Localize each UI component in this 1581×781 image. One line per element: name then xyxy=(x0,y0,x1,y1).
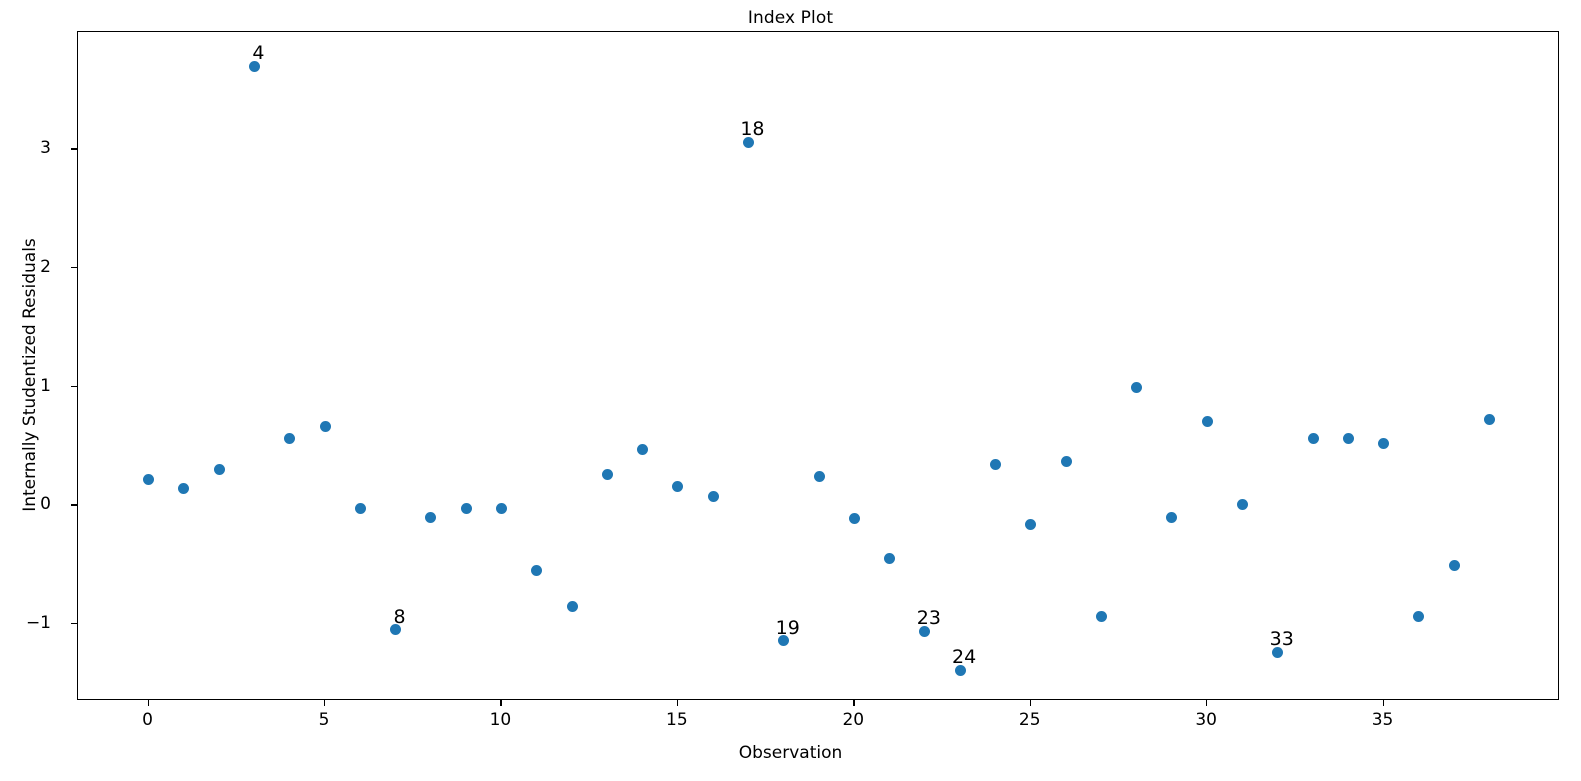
data-point xyxy=(1201,415,1213,427)
data-point xyxy=(460,503,472,515)
x-tick-label: 30 xyxy=(1195,710,1217,730)
x-tick-mark xyxy=(1206,700,1208,706)
index-plot-figure: Index Plot 4 8 18 19 23 24 33 −1 0 1 2 3 0 5 10 15 20 2… xyxy=(0,0,1581,781)
x-tick-mark xyxy=(500,700,502,706)
data-point xyxy=(672,480,684,492)
y-tick-label: −1 xyxy=(25,612,51,633)
x-tick-label: 5 xyxy=(318,710,330,730)
data-point xyxy=(1342,433,1354,445)
x-tick-label: 15 xyxy=(666,710,688,730)
x-tick-label: 20 xyxy=(842,710,865,730)
point-annotation-label: 8 xyxy=(393,605,406,628)
y-tick-label: 3 xyxy=(40,138,51,159)
x-tick-mark xyxy=(1382,700,1384,706)
data-point xyxy=(354,503,366,515)
x-tick-label: 10 xyxy=(489,710,512,730)
data-point xyxy=(813,471,825,483)
data-point xyxy=(1483,414,1495,426)
y-tick-mark xyxy=(71,385,77,387)
data-point xyxy=(1060,455,1072,467)
point-annotation-label: 4 xyxy=(252,42,265,65)
data-point xyxy=(566,600,578,612)
plot-axes: 4 8 18 19 23 24 33 xyxy=(77,31,1559,700)
data-point xyxy=(213,464,225,476)
y-tick-mark xyxy=(71,622,77,625)
data-point xyxy=(319,421,331,433)
data-point xyxy=(1307,433,1319,445)
x-tick-mark xyxy=(147,700,149,706)
data-point xyxy=(1166,511,1178,523)
x-tick-label: 0 xyxy=(142,710,153,730)
x-tick-mark xyxy=(676,700,679,706)
point-annotation-label: 19 xyxy=(775,616,800,639)
data-point xyxy=(884,553,896,565)
data-point xyxy=(1095,611,1107,623)
data-point xyxy=(178,483,190,495)
x-tick-label: 35 xyxy=(1371,710,1394,730)
data-point xyxy=(495,503,507,515)
data-point xyxy=(425,511,437,523)
y-tick-mark xyxy=(71,504,77,506)
data-point xyxy=(1131,382,1143,394)
point-annotation-label: 33 xyxy=(1269,628,1294,651)
x-axis-label: Observation xyxy=(738,743,843,763)
data-point xyxy=(531,565,543,577)
data-point xyxy=(143,473,155,485)
data-point xyxy=(637,444,649,456)
x-tick-label: 25 xyxy=(1018,710,1041,730)
point-annotation-label: 23 xyxy=(916,607,941,630)
data-point xyxy=(601,468,613,480)
x-tick-mark xyxy=(324,700,326,706)
y-tick-mark xyxy=(71,148,77,150)
point-annotation-label: 24 xyxy=(952,646,977,669)
data-point xyxy=(284,433,296,445)
data-point xyxy=(989,459,1001,471)
data-point xyxy=(1236,498,1248,510)
chart-title: Index Plot xyxy=(747,8,834,28)
data-point xyxy=(848,512,860,524)
data-point xyxy=(1025,518,1037,530)
y-tick-mark xyxy=(71,267,77,269)
data-point xyxy=(1448,560,1460,572)
data-point xyxy=(1413,611,1425,623)
data-point xyxy=(707,491,719,503)
point-annotation-label: 18 xyxy=(740,118,765,141)
y-axis-label: Internally Studentized Residuals xyxy=(20,238,40,512)
data-point xyxy=(1378,438,1390,450)
scatter-plot-area: 4 8 18 19 23 24 33 xyxy=(78,32,1558,699)
x-tick-mark xyxy=(853,700,855,706)
x-tick-mark xyxy=(1029,700,1031,706)
